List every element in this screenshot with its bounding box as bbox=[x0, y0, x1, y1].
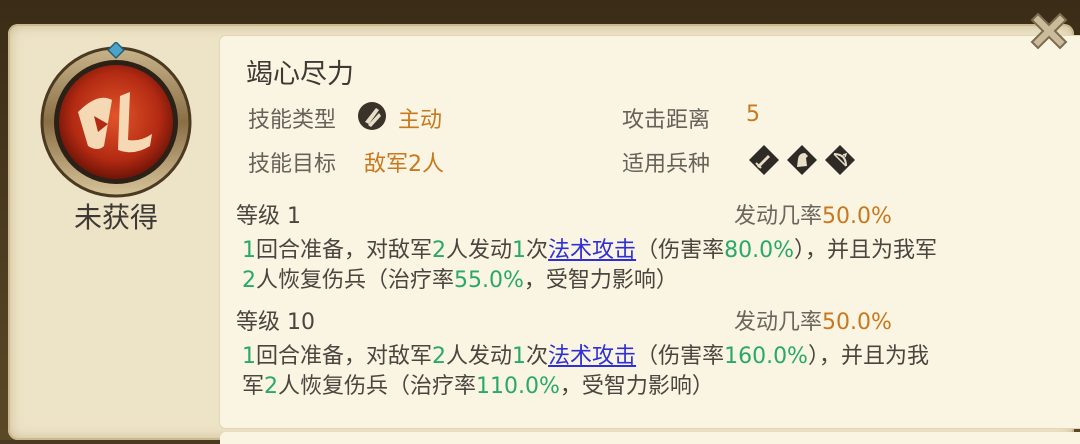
close-icon bbox=[1030, 12, 1068, 50]
desc-text: 次 bbox=[526, 238, 549, 263]
enemy-count: 2 bbox=[432, 344, 447, 369]
desc-text: 人恢复伤兵（治疗率 bbox=[278, 374, 477, 399]
level-description: 1回合准备，对敌军2人发动1次法术攻击（伤害率160.0%），并且为我 军2人恢复… bbox=[242, 342, 1062, 402]
trigger-rate: 发动几率50.0% bbox=[734, 304, 892, 336]
trigger-rate-value: 50.0% bbox=[822, 204, 892, 229]
attack-range-label: 攻击距离 bbox=[622, 108, 711, 133]
level-description: 1回合准备，对敌军2人发动1次法术攻击（伤害率80.0%），并且为我军 2人恢复伤… bbox=[242, 236, 1062, 296]
desc-text: 回合准备，对敌军 bbox=[256, 238, 433, 263]
desc-text: （伤害率 bbox=[636, 344, 725, 369]
status-label: 未获得 bbox=[73, 201, 158, 234]
heal-rate: 55.0% bbox=[454, 268, 524, 293]
close-button[interactable] bbox=[1024, 6, 1074, 56]
skill-type-value: 主动 bbox=[398, 108, 443, 133]
ally-count: 2 bbox=[264, 374, 279, 399]
trigger-rate: 发动几率50.0% bbox=[734, 198, 892, 230]
desc-text: 人发动 bbox=[446, 238, 513, 263]
desc-text: 回合准备，对敌军 bbox=[256, 344, 433, 369]
troop-types-label: 适用兵种 bbox=[622, 152, 711, 177]
enemy-count: 2 bbox=[432, 238, 447, 263]
attack-range-value: 5 bbox=[746, 102, 760, 127]
skill-type-label: 技能类型 bbox=[248, 108, 337, 133]
desc-text: ），并且为我 bbox=[807, 344, 929, 369]
desc-text: 人发动 bbox=[446, 344, 513, 369]
skill-target-label: 技能目标 bbox=[248, 152, 337, 177]
level-label: 等级 1 bbox=[236, 204, 301, 229]
desc-text: 人恢复伤兵（治疗率 bbox=[256, 268, 455, 293]
trigger-rate-value: 50.0% bbox=[822, 310, 892, 335]
prep-turns: 1 bbox=[242, 344, 256, 369]
desc-text: （伤害率 bbox=[636, 238, 725, 263]
skill-emblem-icon bbox=[38, 40, 194, 198]
damage-rate: 160.0% bbox=[724, 344, 808, 369]
desc-text: 次 bbox=[526, 344, 549, 369]
skill-info-card: 竭心尽力 技能类型 主动 攻击距离 5 技能目标 敌军2人 适用兵种 等级 1 … bbox=[220, 36, 1080, 428]
active-skill-icon bbox=[356, 100, 388, 136]
desc-text: ），并且为我军 bbox=[793, 238, 937, 263]
ally-count: 2 bbox=[242, 268, 256, 293]
trigger-rate-label: 发动几率 bbox=[734, 310, 823, 335]
damage-rate: 80.0% bbox=[724, 238, 794, 263]
next-card-edge bbox=[220, 432, 1080, 444]
sword-infantry-icon bbox=[748, 144, 780, 180]
skill-target-value: 敌军2人 bbox=[364, 152, 444, 177]
desc-text: ，受智力影响） bbox=[523, 268, 678, 293]
magic-attack-link[interactable]: 法术攻击 bbox=[548, 344, 636, 369]
horse-cavalry-icon bbox=[786, 144, 818, 180]
attack-times: 1 bbox=[512, 238, 527, 263]
magic-attack-link[interactable]: 法术攻击 bbox=[548, 238, 636, 263]
trigger-rate-label: 发动几率 bbox=[734, 204, 823, 229]
prep-turns: 1 bbox=[242, 238, 256, 263]
attack-times: 1 bbox=[512, 344, 527, 369]
desc-text: 军 bbox=[242, 374, 265, 399]
level-label: 等级 10 bbox=[236, 310, 315, 335]
skill-name: 竭心尽力 bbox=[246, 59, 354, 90]
heal-rate: 110.0% bbox=[476, 374, 560, 399]
bow-archer-icon bbox=[824, 144, 856, 180]
desc-text: ，受智力影响） bbox=[559, 374, 714, 399]
